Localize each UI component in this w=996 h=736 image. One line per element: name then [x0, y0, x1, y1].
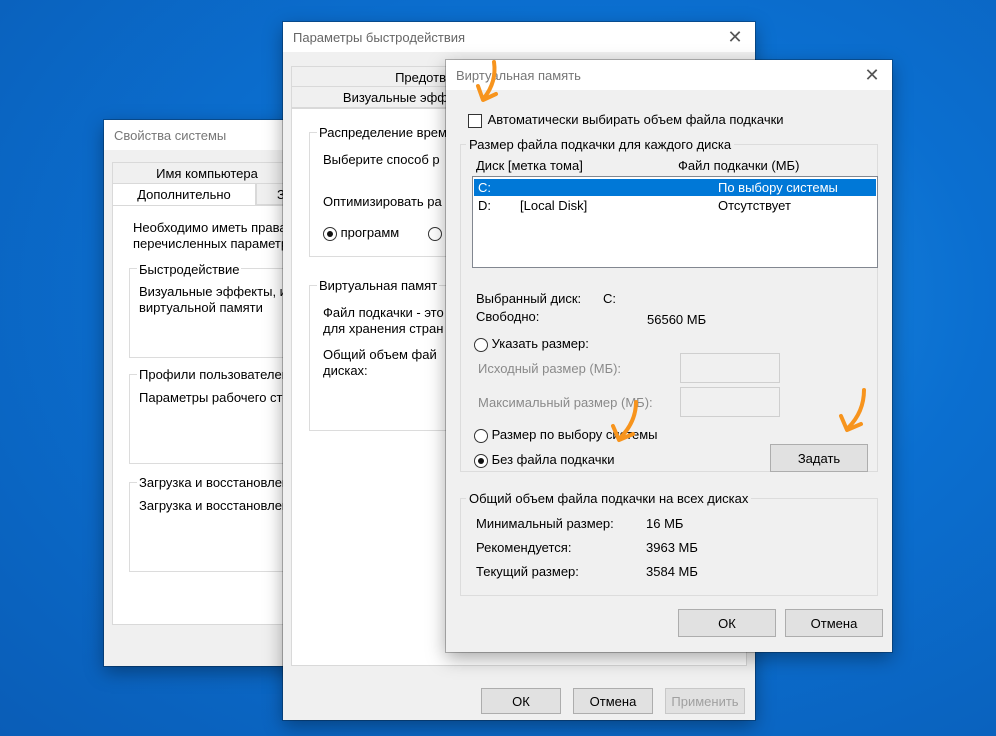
profiles-label: Профили пользователей: [137, 367, 291, 382]
drive-row-d[interactable]: D: [Local Disk] Отсутствует: [474, 197, 876, 214]
performance-label: Быстродействие: [137, 262, 242, 277]
set-button[interactable]: Задать: [770, 444, 868, 472]
current-value: 3584 МБ: [646, 564, 698, 579]
drive-list[interactable]: C: По выбору системы D: [Local Disk] Отс…: [472, 176, 878, 268]
system-properties-titlebar: Свойства системы: [104, 120, 304, 150]
drive-row-c[interactable]: C: По выбору системы: [474, 179, 876, 196]
vm-ok-button[interactable]: ОК: [678, 609, 776, 637]
tab-prevention[interactable]: Предотв: [291, 66, 451, 88]
drive-d-label: [Local Disk]: [520, 198, 588, 213]
tab-computer-name-label: Имя компьютера: [156, 165, 258, 181]
max-size-input[interactable]: [680, 387, 780, 417]
initial-size-input[interactable]: [680, 353, 780, 383]
virtual-memory-window: Виртуальная память ✕ Автоматически выбир…: [446, 60, 892, 652]
auto-manage-checkbox[interactable]: Автоматически выбирать объем файла подка…: [468, 112, 784, 128]
performance-text-1: Визуальные эффекты, ис: [139, 284, 294, 299]
col-drive-header: Диск [метка тома]: [476, 158, 583, 173]
profiles-text: Параметры рабочего сто: [139, 390, 290, 405]
drive-d-paging: Отсутствует: [718, 198, 791, 213]
no-paging-radio-button[interactable]: [474, 453, 488, 468]
custom-size-label: Указать размер:: [491, 336, 589, 351]
startup-text: Загрузка и восстановлен: [139, 498, 290, 513]
performance-text-2: виртуальной памяти: [139, 300, 263, 315]
system-managed-radio-button[interactable]: [474, 428, 488, 443]
tab-visual-label: Визуальные эфф: [342, 89, 448, 105]
intro-text-1: Необходимо иметь права: [133, 220, 287, 235]
tab-computer-name[interactable]: Имя компьютера: [112, 162, 302, 184]
perf-apply-button[interactable]: Применить: [665, 688, 745, 714]
vm-text-3: Общий объем фай: [323, 347, 437, 362]
performance-options-title: Параметры быстродействия: [293, 29, 466, 45]
vm-cancel-label: Отмена: [810, 615, 858, 631]
startup-label: Загрузка и восстановлен: [137, 475, 292, 490]
no-paging-radio[interactable]: Без файла подкачки: [474, 452, 615, 468]
tab-prevention-label: Предотв: [395, 69, 446, 85]
annotation-arrow-icon: [476, 60, 498, 102]
close-icon[interactable]: ✕: [715, 22, 755, 52]
intro-text-2: перечисленных параметро: [133, 236, 296, 251]
annotation-arrow-icon: [611, 400, 638, 442]
selected-drive-value: C:: [603, 291, 616, 306]
system-properties-window: Свойства системы Имя компьютера Дополнит…: [104, 120, 309, 666]
services-radio[interactable]: [428, 225, 442, 241]
set-button-label: Задать: [797, 450, 841, 466]
min-value: 16 МБ: [646, 516, 684, 531]
vm-text-1: Файл подкачки - это: [323, 305, 444, 320]
vm-text-2: для хранения стран: [323, 321, 444, 336]
total-group-label: Общий объем файла подкачки на всех диска…: [466, 491, 752, 506]
auto-manage-label: Автоматически выбирать объем файла подка…: [487, 112, 784, 127]
recommended-value: 3963 МБ: [646, 540, 698, 555]
vm-cancel-button[interactable]: Отмена: [785, 609, 883, 637]
selected-drive-label: Выбранный диск:: [476, 291, 582, 306]
recommended-label: Рекомендуется:: [476, 540, 572, 555]
virtual-memory-titlebar: Виртуальная память ✕: [446, 60, 892, 90]
current-label: Текущий размер:: [476, 564, 579, 579]
custom-size-radio[interactable]: Указать размер:: [474, 336, 589, 352]
startup-group: [129, 482, 309, 572]
vm-ok-label: ОК: [718, 615, 736, 631]
vm-text-4: дисках:: [323, 363, 368, 378]
drive-c-paging: По выбору системы: [718, 180, 838, 195]
perf-cancel-button[interactable]: Отмена: [573, 688, 653, 714]
tab-advanced-label: Дополнительно: [137, 187, 231, 202]
system-properties-title: Свойства системы: [114, 127, 227, 143]
scheduling-label: Распределение врем: [317, 125, 449, 140]
initial-size-label: Исходный размер (МБ):: [478, 361, 622, 376]
perf-ok-button[interactable]: ОК: [481, 688, 561, 714]
scheduling-text: Выберите способ р: [323, 152, 440, 167]
custom-size-radio-button[interactable]: [474, 337, 488, 352]
programs-radio-label: программ: [340, 225, 400, 240]
services-radio-button[interactable]: [428, 226, 442, 241]
no-paging-label: Без файла подкачки: [491, 452, 615, 467]
perf-ok-label: ОК: [512, 693, 530, 709]
col-paging-header: Файл подкачки (МБ): [678, 158, 800, 173]
per-drive-group-label: Размер файла подкачки для каждого диска: [466, 137, 735, 152]
close-icon[interactable]: ✕: [852, 60, 892, 90]
tab-advanced[interactable]: Дополнительно: [112, 183, 256, 205]
profiles-group: [129, 374, 309, 464]
programs-radio-button[interactable]: [323, 226, 337, 241]
perf-apply-label: Применить: [671, 693, 739, 709]
advanced-tab-panel: Необходимо иметь права перечисленных пар…: [112, 205, 309, 625]
drive-c-letter: C:: [478, 180, 491, 195]
virtual-memory-label: Виртуальная памят: [317, 278, 440, 293]
free-value: 56560 МБ: [647, 312, 707, 327]
programs-radio[interactable]: программ: [323, 225, 399, 241]
tab-visual-effects[interactable]: Визуальные эфф: [291, 86, 451, 108]
annotation-arrow-icon: [839, 388, 866, 432]
auto-manage-check-box[interactable]: [468, 113, 482, 128]
drive-d-letter: D:: [478, 198, 491, 213]
min-label: Минимальный размер:: [476, 516, 614, 531]
optimize-text: Оптимизировать ра: [323, 194, 442, 209]
performance-options-titlebar: Параметры быстродействия ✕: [283, 22, 755, 52]
perf-cancel-label: Отмена: [589, 693, 637, 709]
free-label: Свободно:: [476, 309, 540, 324]
